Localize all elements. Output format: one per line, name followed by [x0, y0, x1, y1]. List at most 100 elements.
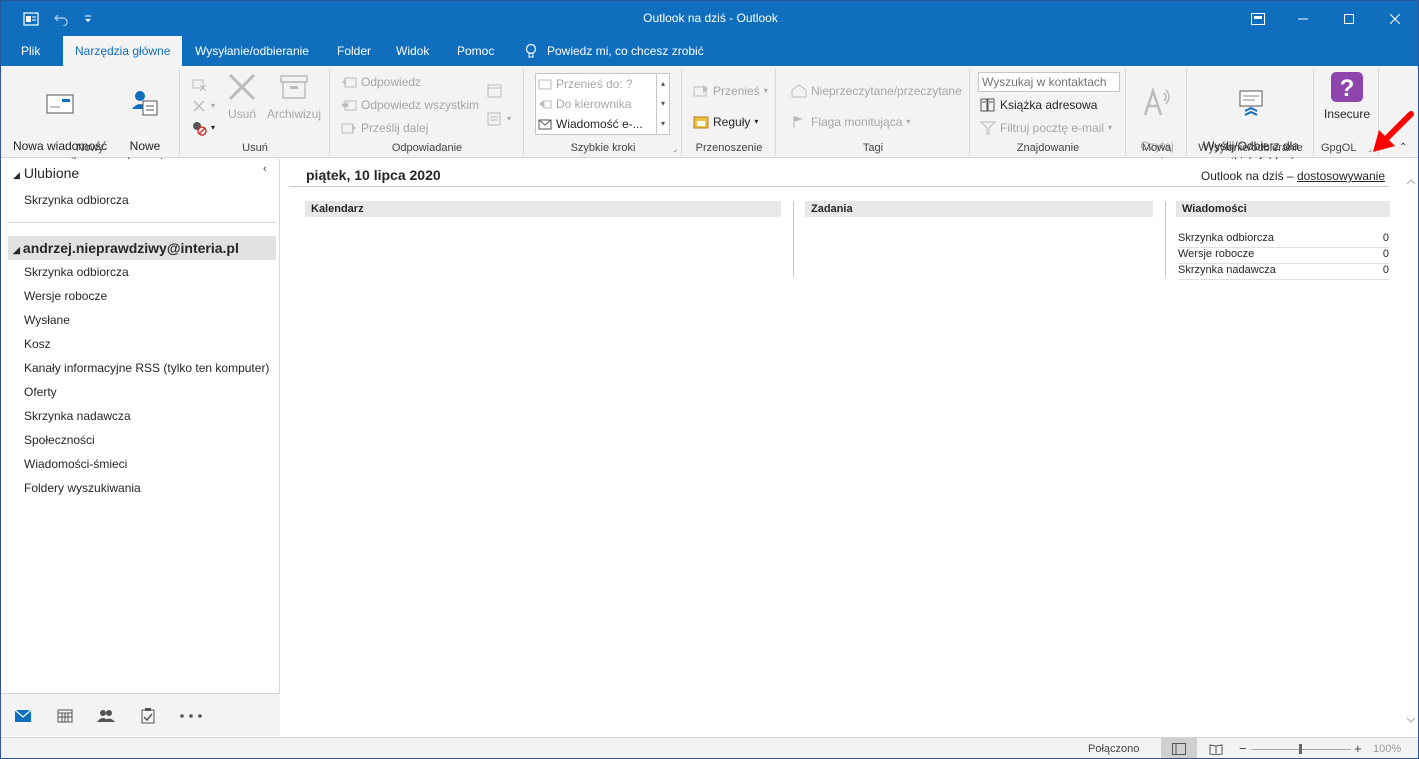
- minimize-button[interactable]: [1280, 1, 1326, 36]
- new-items-icon: [132, 91, 158, 116]
- flag-icon: [793, 116, 803, 128]
- forward-button[interactable]: Prześlij dalej: [341, 118, 428, 138]
- tab-folder[interactable]: Folder: [325, 36, 383, 66]
- folder-search[interactable]: Foldery wyszukiwania: [24, 481, 141, 495]
- calendar-header[interactable]: Kalendarz: [305, 201, 781, 217]
- folder-offers[interactable]: Oferty: [24, 385, 57, 399]
- tab-file[interactable]: Plik: [9, 36, 52, 66]
- group-find: Książka adresowa Filtruj pocztę e-mail ▾…: [971, 69, 1126, 155]
- tell-me-search[interactable]: Powiedz mi, co chcesz zrobić: [513, 36, 716, 66]
- expand-triangle-icon: ◢: [13, 245, 20, 255]
- tab-help[interactable]: Pomoc: [445, 36, 506, 66]
- ribbon-display-options-icon[interactable]: [1249, 10, 1267, 28]
- scroll-up-icon[interactable]: [1403, 177, 1419, 187]
- rules-button[interactable]: Reguły ▾: [693, 112, 758, 132]
- folder-social[interactable]: Społeczności: [24, 433, 95, 447]
- insecure-button[interactable]: ? Insecure: [1319, 71, 1375, 122]
- vertical-scrollbar[interactable]: [1403, 171, 1419, 731]
- zoom-in-button[interactable]: +: [1354, 741, 1362, 756]
- move-icon: [693, 85, 708, 97]
- tasks-icon[interactable]: [138, 707, 158, 725]
- zoom-slider-thumb[interactable]: [1299, 744, 1302, 754]
- folder-sent[interactable]: Wysłane: [24, 313, 70, 327]
- folder-trash[interactable]: Kosz: [24, 337, 51, 351]
- chevron-down-icon[interactable]: ▾: [657, 94, 669, 114]
- junk-icon[interactable]: ▾: [191, 118, 215, 138]
- messages-row[interactable]: Wersje robocze 0: [1178, 248, 1389, 264]
- messages-row-name: Skrzynka nadawcza: [1178, 264, 1276, 276]
- folder-rss[interactable]: Kanały informacyjne RSS (tylko ten kompu…: [24, 361, 269, 375]
- normal-view-icon[interactable]: [1161, 738, 1197, 758]
- archive-button[interactable]: Archiwizuj: [263, 71, 325, 122]
- collapse-pane-icon[interactable]: ‹: [263, 163, 267, 175]
- outlook-window: Outlook na dziś - Outlook Plik Narzędzia…: [0, 0, 1419, 759]
- filter-email-button[interactable]: Filtruj pocztę e-mail ▾: [980, 118, 1112, 138]
- customize-outlook-today-link[interactable]: Outlook na dziś – dostosowywanie: [1201, 169, 1385, 183]
- quick-step-email[interactable]: Wiadomość e-...: [538, 114, 643, 134]
- new-email-button[interactable]: Nowa wiadomość e-mail: [9, 71, 111, 170]
- folder-outbox[interactable]: Skrzynka nadawcza: [24, 409, 131, 423]
- quick-step-to-manager[interactable]: Do kierownika: [538, 94, 631, 114]
- ignore-icon[interactable]: [191, 74, 207, 94]
- chevron-up-icon[interactable]: ▴: [657, 74, 669, 94]
- zoom-level[interactable]: 100%: [1373, 743, 1401, 755]
- maximize-button[interactable]: [1326, 1, 1372, 36]
- folder-inbox[interactable]: Skrzynka odbiorcza: [24, 265, 129, 279]
- group-send-receive-label: Wysyłanie/odbieranie: [1198, 142, 1303, 154]
- ribbon-tabs: Plik Narzędzia główne Wysyłanie/odbieran…: [1, 36, 1418, 66]
- messages-row[interactable]: Skrzynka nadawcza 0: [1178, 264, 1389, 280]
- divider: [8, 222, 276, 223]
- account-name: andrzej.nieprawdziwy@interia.pl: [22, 240, 239, 256]
- messages-row-count: 0: [1382, 248, 1389, 260]
- send-receive-all-button[interactable]: Wyślij/Odbierz dla wszystkich folderów: [1194, 71, 1308, 170]
- gallery-more-icon[interactable]: ▾: [657, 114, 669, 134]
- address-book-button[interactable]: Książka adresowa: [980, 95, 1097, 115]
- account-header[interactable]: ◢ andrzej.nieprawdziwy@interia.pl: [8, 236, 276, 260]
- people-icon[interactable]: [96, 707, 116, 725]
- unread-read-button[interactable]: Nieprzeczytane/przeczytane: [791, 81, 962, 101]
- gallery-scroll[interactable]: ▴ ▾ ▾: [656, 74, 669, 134]
- follow-up-label: Flaga monitująca: [811, 115, 903, 129]
- forward-icon: [341, 123, 356, 134]
- quick-step-move-to[interactable]: Przenieś do: ?: [538, 74, 633, 94]
- favorites-header[interactable]: ◢ Ulubione: [13, 165, 79, 181]
- mail-icon[interactable]: [13, 707, 33, 725]
- messages-header[interactable]: Wiadomości: [1176, 201, 1390, 217]
- close-button[interactable]: [1372, 1, 1418, 36]
- delete-button[interactable]: Usuń: [225, 71, 259, 122]
- zoom-out-button[interactable]: −: [1239, 741, 1247, 756]
- tab-send-receive[interactable]: Wysyłanie/odbieranie: [183, 36, 321, 66]
- folder-junk[interactable]: Wiadomości-śmieci: [24, 457, 127, 471]
- favorite-inbox[interactable]: Skrzynka odbiorcza: [24, 193, 129, 207]
- more-respond-icon[interactable]: ▾: [487, 109, 511, 129]
- calendar-icon[interactable]: [55, 707, 75, 725]
- reading-view-icon[interactable]: [1203, 738, 1229, 758]
- reply-all-button[interactable]: Odpowiedz wszystkim: [341, 95, 479, 115]
- question-mark-icon: ?: [1331, 72, 1363, 102]
- archive-icon: [280, 75, 308, 99]
- messages-row[interactable]: Skrzynka odbiorcza 0: [1178, 232, 1389, 248]
- status-bar: Połączono − + 100%: [1, 737, 1418, 758]
- filter-email-label: Filtruj pocztę e-mail: [1000, 121, 1105, 135]
- folder-drafts[interactable]: Wersje robocze: [24, 289, 107, 303]
- favorites-header-label: Ulubione: [23, 165, 80, 181]
- forward-label: Prześlij dalej: [361, 121, 429, 135]
- tab-view[interactable]: Widok: [384, 36, 441, 66]
- rules-icon: [693, 116, 709, 129]
- search-contacts-input[interactable]: [978, 72, 1120, 92]
- more-apps-icon[interactable]: [179, 707, 203, 725]
- window-title: Outlook na dziś - Outlook: [643, 11, 778, 25]
- messages-row-count: 0: [1382, 264, 1389, 276]
- follow-up-button[interactable]: Flaga monitująca ▾: [791, 112, 910, 132]
- read-aloud-button[interactable]: Czytaj na głos: [1135, 71, 1179, 170]
- move-button[interactable]: Przenieś ▾: [693, 81, 768, 101]
- clean-up-icon[interactable]: ▾: [191, 96, 215, 116]
- move-label: Przenieś: [713, 84, 760, 98]
- tasks-header[interactable]: Zadania: [805, 201, 1153, 217]
- meeting-icon[interactable]: [487, 81, 503, 101]
- tab-home[interactable]: Narzędzia główne: [63, 36, 183, 66]
- customize-link-text[interactable]: dostosowywanie: [1297, 169, 1385, 183]
- scroll-down-icon[interactable]: [1403, 715, 1419, 725]
- collapse-ribbon-icon[interactable]: ⌃: [1399, 142, 1407, 153]
- reply-button[interactable]: Odpowiedz: [341, 72, 421, 92]
